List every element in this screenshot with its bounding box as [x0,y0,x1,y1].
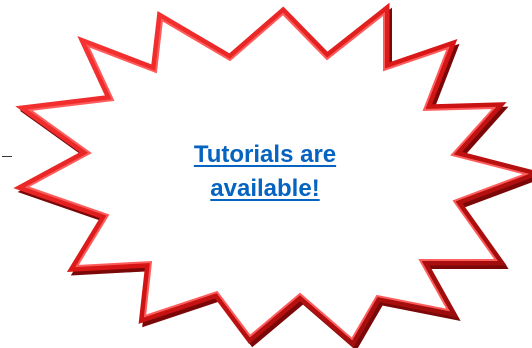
tutorials-link[interactable]: Tutorials are available! [150,138,380,206]
tutorials-link-line1: Tutorials are [193,141,337,168]
tutorials-link-line2: available! [210,175,320,202]
